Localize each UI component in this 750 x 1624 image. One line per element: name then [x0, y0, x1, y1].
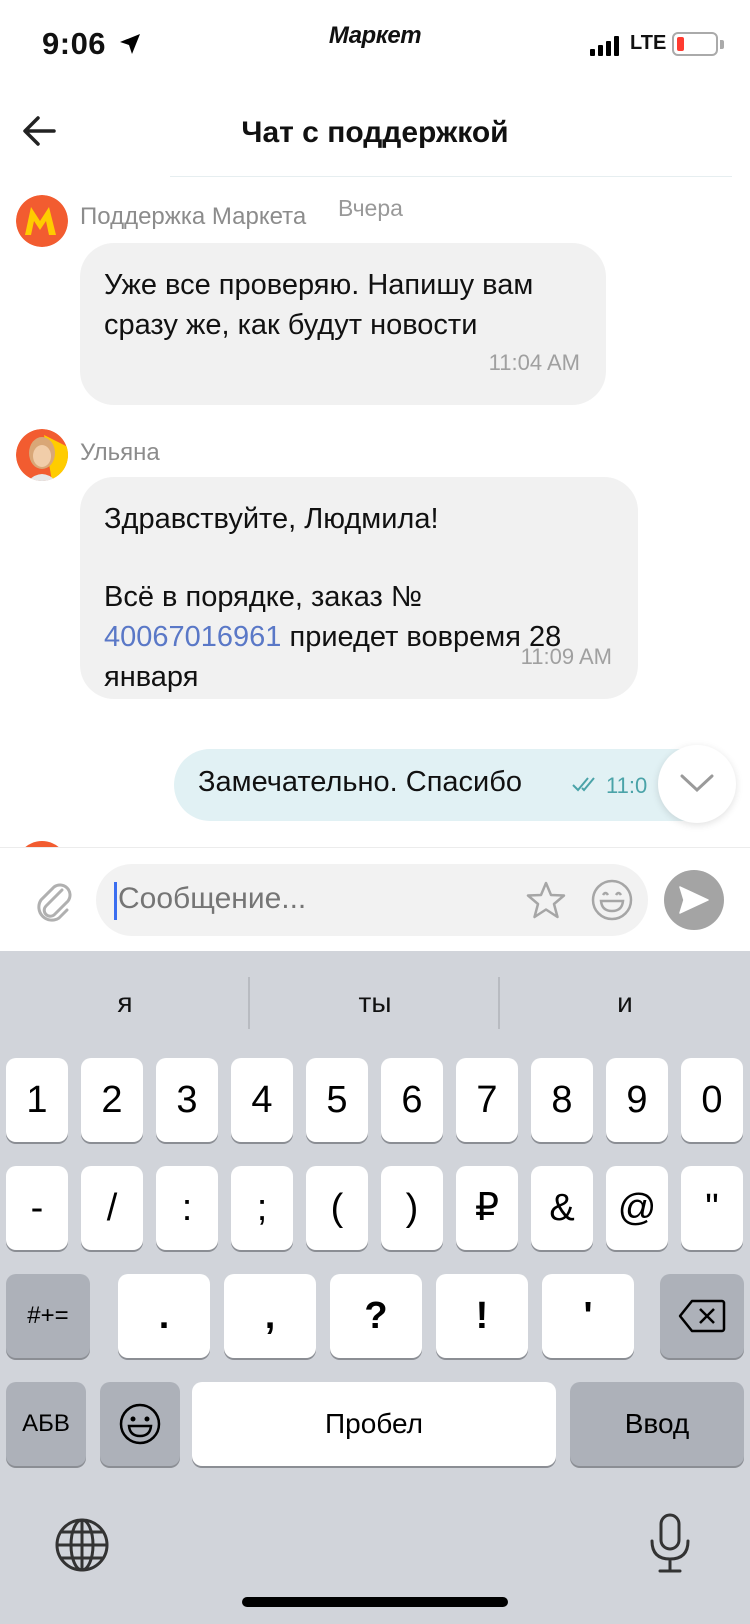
suggestion-bar: я ты и: [0, 951, 750, 1055]
sender-name: Поддержка Маркета: [80, 203, 307, 230]
star-icon[interactable]: [526, 880, 566, 920]
key-apostrophe[interactable]: ': [542, 1274, 634, 1358]
chat-header: Чат с поддержкой: [0, 90, 750, 177]
status-bar: 9:06 Маркет LTE: [0, 0, 750, 90]
scroll-down-button[interactable]: [658, 745, 736, 823]
key-1[interactable]: 1: [6, 1058, 68, 1142]
market-avatar: [16, 195, 68, 247]
battery-icon: [672, 32, 718, 56]
space-key[interactable]: Пробел: [192, 1382, 556, 1466]
globe-icon[interactable]: [54, 1517, 110, 1573]
keyboard: я ты и 1 2 3 4 5 6 7 8 9 0 - / : ; ( ) ₽…: [0, 951, 750, 1624]
text-caret: [114, 882, 117, 920]
message-input[interactable]: [118, 882, 478, 916]
key-ampersand[interactable]: &: [531, 1166, 593, 1250]
message-line: сразу же, как будут новости: [104, 309, 478, 341]
key-comma[interactable]: ,: [224, 1274, 316, 1358]
send-button[interactable]: [664, 870, 724, 930]
microphone-icon[interactable]: [648, 1513, 692, 1575]
key-at[interactable]: @: [606, 1166, 668, 1250]
emoji-icon: [119, 1403, 161, 1445]
message-composer: [0, 847, 750, 951]
page-title: Чат с поддержкой: [241, 116, 509, 149]
key-2[interactable]: 2: [81, 1058, 143, 1142]
message-greeting: Здравствуйте, Людмила!: [104, 503, 439, 535]
suggestion-item[interactable]: я: [0, 987, 250, 1019]
key-question[interactable]: ?: [330, 1274, 422, 1358]
key-open-paren[interactable]: (: [306, 1166, 368, 1250]
network-type: LTE: [630, 32, 667, 54]
incoming-message: Здравствуйте, Людмила! Всё в порядке, за…: [80, 477, 638, 699]
key-3[interactable]: 3: [156, 1058, 218, 1142]
chevron-down-icon: [680, 774, 714, 793]
send-icon: [679, 886, 709, 914]
message-input-container[interactable]: [96, 864, 648, 936]
key-quote[interactable]: ": [681, 1166, 743, 1250]
emoji-key[interactable]: [100, 1382, 180, 1466]
suggestion-item[interactable]: ты: [250, 987, 500, 1019]
backspace-icon: [678, 1299, 726, 1333]
key-close-paren[interactable]: ): [381, 1166, 443, 1250]
key-8[interactable]: 8: [531, 1058, 593, 1142]
emoji-icon[interactable]: [590, 878, 634, 922]
key-9[interactable]: 9: [606, 1058, 668, 1142]
key-slash[interactable]: /: [81, 1166, 143, 1250]
key-0[interactable]: 0: [681, 1058, 743, 1142]
order-link[interactable]: 40067016961: [104, 621, 281, 653]
read-checkmarks-icon: [572, 777, 595, 792]
key-exclamation[interactable]: !: [436, 1274, 528, 1358]
key-period[interactable]: .: [118, 1274, 210, 1358]
outgoing-message: Замечательно. Спасибо 11:0: [174, 749, 734, 821]
message-line: Уже все проверяю. Напишу вам: [104, 269, 534, 301]
key-5[interactable]: 5: [306, 1058, 368, 1142]
message-line: Всё в порядке, заказ №: [104, 581, 423, 613]
home-indicator: [242, 1597, 508, 1607]
sender-name: Ульяна: [80, 439, 160, 466]
signal-icon: [590, 36, 619, 56]
message-list[interactable]: Вчера Поддержка Маркета Уже все проверяю…: [0, 177, 750, 847]
key-colon[interactable]: :: [156, 1166, 218, 1250]
key-semicolon[interactable]: ;: [231, 1166, 293, 1250]
message-time: 11:04 AM: [488, 350, 580, 375]
message-time: 11:0: [606, 773, 648, 798]
key-4[interactable]: 4: [231, 1058, 293, 1142]
key-ruble[interactable]: ₽: [456, 1166, 518, 1250]
key-6[interactable]: 6: [381, 1058, 443, 1142]
message-text: Замечательно. Спасибо: [198, 766, 522, 798]
key-more-symbols[interactable]: #+=: [6, 1274, 90, 1358]
paperclip-icon[interactable]: [34, 878, 74, 922]
incoming-message: Уже все проверяю. Напишу вам сразу же, к…: [80, 243, 606, 405]
key-hyphen[interactable]: -: [6, 1166, 68, 1250]
agent-avatar: [16, 429, 68, 481]
key-abc[interactable]: АБВ: [6, 1382, 86, 1466]
battery-cap: [720, 40, 724, 49]
return-key[interactable]: Ввод: [570, 1382, 744, 1466]
backspace-key[interactable]: [660, 1274, 744, 1358]
date-separator: Вчера: [338, 195, 403, 221]
key-7[interactable]: 7: [456, 1058, 518, 1142]
message-time: 11:09 AM: [520, 644, 612, 669]
suggestion-item[interactable]: и: [500, 987, 750, 1019]
